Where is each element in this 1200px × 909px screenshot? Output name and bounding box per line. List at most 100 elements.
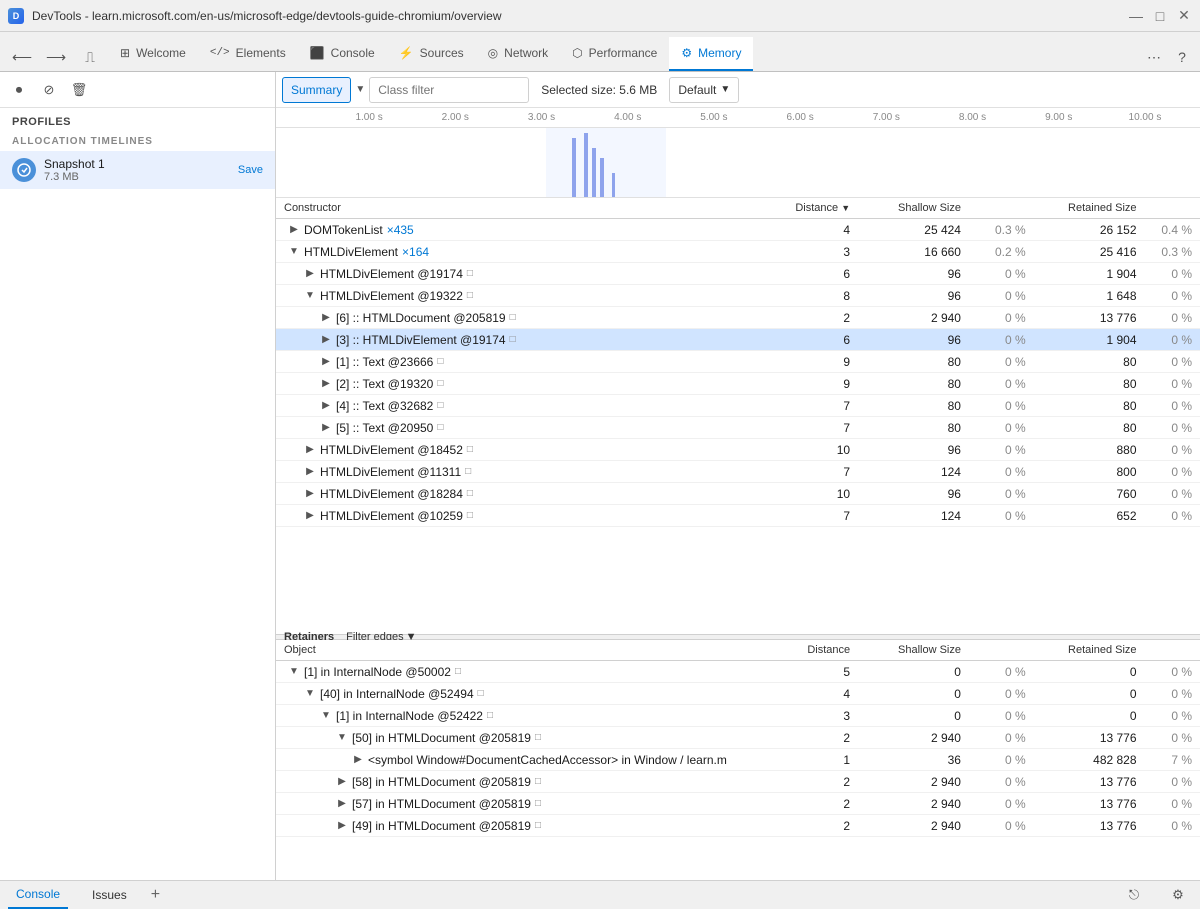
- link-icon[interactable]: □: [467, 290, 473, 301]
- link-icon[interactable]: □: [467, 510, 473, 521]
- expand-icon[interactable]: ▼: [336, 732, 348, 744]
- maximize-button[interactable]: □: [1152, 8, 1168, 24]
- link-icon[interactable]: □: [510, 312, 516, 323]
- snapshot-item[interactable]: Snapshot 1 7.3 MB Save: [0, 151, 275, 189]
- issues-tab[interactable]: Issues: [84, 881, 135, 909]
- timeline-canvas[interactable]: [276, 128, 1200, 198]
- clear-button[interactable]: 🗑: [66, 77, 92, 103]
- expand-icon[interactable]: ▶: [352, 754, 364, 766]
- expand-icon[interactable]: ▼: [320, 710, 332, 722]
- table-row[interactable]: ▶ [6] :: HTMLDocument @205819 □ 2 2 940 …: [276, 307, 1200, 329]
- expand-icon[interactable]: ▼: [288, 666, 300, 678]
- expand-icon[interactable]: ▶: [304, 444, 316, 456]
- link-icon[interactable]: □: [437, 356, 443, 367]
- settings-icon[interactable]: ⚙: [1164, 881, 1192, 909]
- summary-button[interactable]: Summary: [282, 77, 351, 103]
- table-row[interactable]: ▶ [49] in HTMLDocument @205819 □ 2 2 940…: [276, 815, 1200, 837]
- link-icon[interactable]: □: [478, 688, 484, 699]
- table-row[interactable]: ▶ HTMLDivElement @11311 □ 7 124 0 % 800 …: [276, 461, 1200, 483]
- retained-size-header-b[interactable]: Retained Size: [1034, 640, 1145, 661]
- tab-network[interactable]: ◎ Network: [476, 37, 561, 71]
- distance-header[interactable]: Distance ▼: [784, 198, 858, 219]
- link-icon[interactable]: □: [467, 488, 473, 499]
- stop-button[interactable]: ⊘: [36, 77, 62, 103]
- help-button[interactable]: ?: [1168, 43, 1196, 71]
- table-row[interactable]: ▶ [5] :: Text @20950 □ 7 80 0 % 80 0 %: [276, 417, 1200, 439]
- table-row[interactable]: ▼ HTMLDivElement @19322 □ 8 96 0 % 1 648…: [276, 285, 1200, 307]
- link-icon[interactable]: □: [437, 400, 443, 411]
- expand-icon[interactable]: ▼: [304, 688, 316, 700]
- link-icon[interactable]: □: [535, 776, 541, 787]
- table-row[interactable]: ▶ [58] in HTMLDocument @205819 □ 2 2 940…: [276, 771, 1200, 793]
- table-row[interactable]: ▶ HTMLDivElement @18284 □ 10 96 0 % 760 …: [276, 483, 1200, 505]
- expand-icon[interactable]: ▶: [336, 776, 348, 788]
- expand-icon[interactable]: ▶: [320, 378, 332, 390]
- link-icon[interactable]: □: [437, 378, 443, 389]
- expand-icon[interactable]: ▶: [320, 312, 332, 324]
- retainers-table-container[interactable]: Object Distance Shallow Size Retained Si…: [276, 640, 1200, 880]
- table-row[interactable]: ▶ HTMLDivElement @18452 □ 10 96 0 % 880 …: [276, 439, 1200, 461]
- link-icon[interactable]: □: [535, 820, 541, 831]
- console-tab[interactable]: Console: [8, 881, 68, 909]
- tab-performance[interactable]: ⬡ Performance: [560, 37, 669, 71]
- table-row[interactable]: ▼ [40] in InternalNode @52494 □ 4 0 0 % …: [276, 683, 1200, 705]
- expand-icon[interactable]: ▶: [320, 422, 332, 434]
- link-icon[interactable]: □: [455, 666, 461, 677]
- expand-icon[interactable]: ▼: [288, 246, 300, 258]
- detach-button[interactable]: ⎍: [76, 43, 104, 71]
- expand-icon[interactable]: ▶: [320, 334, 332, 346]
- retained-size-header[interactable]: Retained Size: [1034, 198, 1145, 219]
- expand-icon[interactable]: ▼: [304, 290, 316, 302]
- shallow-size-header[interactable]: Shallow Size: [858, 198, 969, 219]
- forward-button[interactable]: ⟶: [42, 43, 70, 71]
- link-icon[interactable]: □: [437, 422, 443, 433]
- table-row[interactable]: ▶ [4] :: Text @32682 □ 7 80 0 % 80 0 %: [276, 395, 1200, 417]
- table-row[interactable]: ▶ <symbol Window#DocumentCachedAccessor>…: [276, 749, 1200, 771]
- table-row[interactable]: ▶ [3] :: HTMLDivElement @19174 □ 6 96 0 …: [276, 329, 1200, 351]
- undock-button[interactable]: ⎋: [1120, 881, 1148, 909]
- table-row[interactable]: ▶ [57] in HTMLDocument @205819 □ 2 2 940…: [276, 793, 1200, 815]
- table-row[interactable]: ▶ HTMLDivElement @10259 □ 7 124 0 % 652 …: [276, 505, 1200, 527]
- heap-table-container[interactable]: Constructor Distance ▼ Shallow Size Reta…: [276, 198, 1200, 634]
- tab-elements[interactable]: </> Elements: [198, 37, 298, 71]
- distance-header-b[interactable]: Distance: [784, 640, 858, 661]
- shallow-size-header-b[interactable]: Shallow Size: [858, 640, 969, 661]
- record-button[interactable]: ⏺: [6, 77, 32, 103]
- link-icon[interactable]: □: [535, 798, 541, 809]
- expand-icon[interactable]: ▶: [288, 224, 300, 236]
- table-row[interactable]: ▼ [1] in InternalNode @52422 □ 3 0 0 % 0…: [276, 705, 1200, 727]
- minimize-button[interactable]: —: [1128, 8, 1144, 24]
- tab-welcome[interactable]: ⊞ Welcome: [108, 37, 198, 71]
- expand-icon[interactable]: ▶: [304, 268, 316, 280]
- link-icon[interactable]: □: [467, 444, 473, 455]
- expand-icon[interactable]: ▶: [336, 820, 348, 832]
- table-row[interactable]: ▶ DOMTokenList ×435 4 25 424 0.3 % 26 15…: [276, 219, 1200, 241]
- link-icon[interactable]: □: [510, 334, 516, 345]
- back-button[interactable]: ⟵: [8, 43, 36, 71]
- expand-icon[interactable]: ▶: [320, 400, 332, 412]
- tab-memory[interactable]: ⚙ Memory: [669, 37, 753, 71]
- table-row[interactable]: ▶ [2] :: Text @19320 □ 9 80 0 % 80 0 %: [276, 373, 1200, 395]
- table-row[interactable]: ▼ HTMLDivElement ×164 3 16 660 0.2 % 25 …: [276, 241, 1200, 263]
- link-icon[interactable]: □: [465, 466, 471, 477]
- table-row[interactable]: ▶ HTMLDivElement @19174 □ 6 96 0 % 1 904…: [276, 263, 1200, 285]
- table-row[interactable]: ▼ [50] in HTMLDocument @205819 □ 2 2 940…: [276, 727, 1200, 749]
- add-tab-button[interactable]: +: [151, 886, 160, 904]
- close-button[interactable]: ✕: [1176, 8, 1192, 24]
- expand-icon[interactable]: ▶: [320, 356, 332, 368]
- save-button[interactable]: Save: [238, 164, 263, 176]
- link-icon[interactable]: □: [467, 268, 473, 279]
- expand-icon[interactable]: ▶: [304, 510, 316, 522]
- tab-console[interactable]: ⬛ Console: [298, 37, 387, 71]
- default-button[interactable]: Default ▼: [669, 77, 739, 103]
- expand-icon[interactable]: ▶: [336, 798, 348, 810]
- table-row[interactable]: ▶ [1] :: Text @23666 □ 9 80 0 % 80 0 %: [276, 351, 1200, 373]
- tab-sources[interactable]: ⚡ Sources: [387, 37, 476, 71]
- table-row[interactable]: ▼ [1] in InternalNode @50002 □ 5 0 0 % 0…: [276, 661, 1200, 683]
- expand-icon[interactable]: ▶: [304, 488, 316, 500]
- more-tabs-button[interactable]: ⋯: [1140, 43, 1168, 71]
- link-icon[interactable]: □: [487, 710, 493, 721]
- expand-icon[interactable]: ▶: [304, 466, 316, 478]
- link-icon[interactable]: □: [535, 732, 541, 743]
- class-filter-input[interactable]: [369, 77, 529, 103]
